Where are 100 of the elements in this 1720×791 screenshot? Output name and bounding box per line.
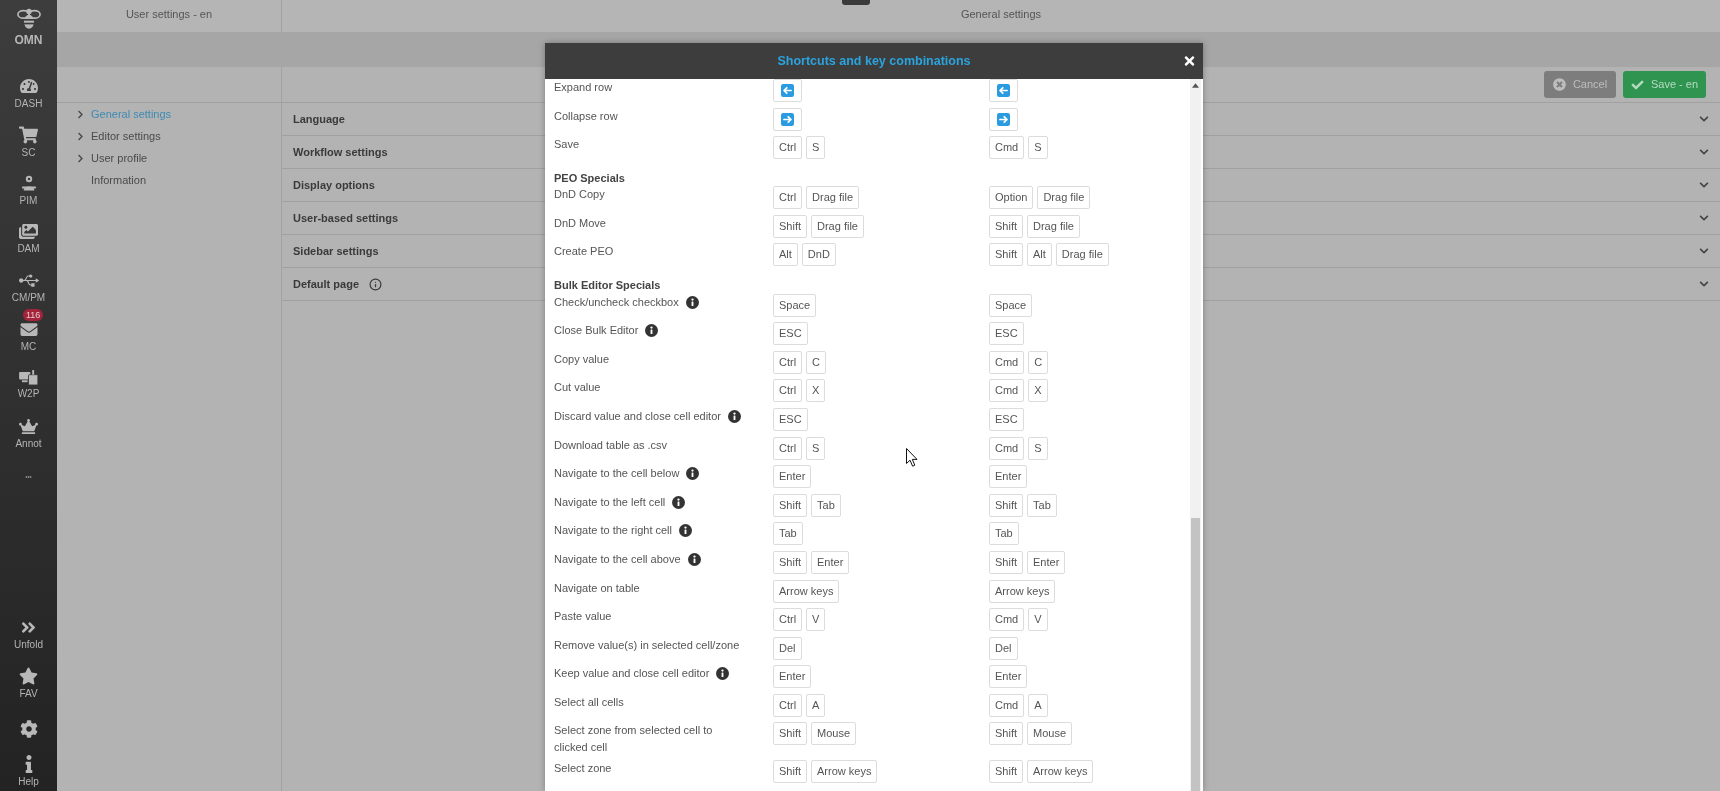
key-cap: Drag file	[811, 214, 864, 238]
key-cap: Cmd	[989, 436, 1025, 460]
info-icon[interactable]	[679, 524, 692, 538]
key-cap: Tab	[1027, 493, 1057, 517]
key-cap: Mouse	[811, 722, 857, 746]
close-button[interactable]	[1182, 54, 1196, 68]
key-cap: Shift	[989, 243, 1023, 267]
right-arrow-icon	[781, 112, 794, 126]
key-cap: Shift	[773, 722, 807, 746]
sidebar-item[interactable]: Annot	[0, 409, 57, 459]
info-icon[interactable]	[672, 495, 686, 509]
sidebar-item[interactable]: Unfold	[0, 611, 57, 659]
section-title[interactable]: Display options	[293, 176, 375, 194]
sidebar-item[interactable]: PIM	[0, 166, 57, 216]
key-cap: Del	[989, 636, 1018, 660]
key-cap: Drag file	[1027, 214, 1080, 238]
info-icon[interactable]	[687, 552, 701, 566]
section-title[interactable]: Default page	[293, 275, 359, 293]
key-cap: Ctrl	[773, 436, 803, 460]
info-icon[interactable]	[685, 295, 699, 309]
scrollbar-thumb[interactable]	[1191, 518, 1200, 791]
shortcut-label: Close Bulk Editor	[554, 323, 639, 339]
section-heading: PEO Specials	[554, 171, 625, 184]
chevron-down-icon[interactable]	[1699, 180, 1709, 190]
shortcut-label: Select all cells	[554, 694, 624, 710]
key-cap: Alt	[773, 243, 798, 267]
key-cap: Tab	[773, 522, 803, 546]
close-icon	[1182, 54, 1196, 68]
key-cap: Ctrl	[773, 350, 803, 374]
settings-nav-item[interactable]: Editor settings	[57, 125, 281, 147]
shortcut-label: Download table as .csv	[554, 437, 668, 453]
key-cap: Enter	[773, 665, 812, 689]
key-cap: Ctrl	[773, 379, 803, 403]
key-cap: Shift	[989, 722, 1023, 746]
settings-nav-item[interactable]: User profile	[57, 147, 281, 169]
key-cap: Del	[773, 636, 802, 660]
cart-icon	[19, 125, 38, 144]
sidebar-item[interactable]: DASH	[0, 69, 57, 118]
gauge-icon	[19, 76, 38, 95]
info-icon[interactable]	[369, 277, 382, 291]
shortcut-label: Keep value and close cell editor	[554, 666, 710, 682]
key-cap: Ctrl	[773, 608, 803, 632]
dialog-title: Shortcuts and key combinations	[777, 52, 971, 70]
shortcut-label: Navigate to the cell below	[554, 466, 680, 482]
sidebar-item[interactable]: FAV	[0, 659, 57, 707]
sidebar-item[interactable]: W2P	[0, 361, 57, 410]
shortcut-label: Copy value	[554, 351, 610, 367]
key-cap: Ctrl	[773, 136, 803, 160]
info-icon[interactable]	[727, 409, 741, 423]
key-cap: Shift	[773, 760, 807, 784]
section-title[interactable]: Workflow settings	[293, 143, 388, 161]
shortcut-label: Paste value	[554, 609, 612, 625]
info-icon[interactable]	[645, 324, 659, 338]
scroll-up-arrow-icon[interactable]	[1192, 83, 1199, 88]
info-icon[interactable]	[716, 667, 730, 681]
key-cap: Arrow keys	[989, 579, 1056, 603]
key-cap: Mouse	[1027, 722, 1073, 746]
key-cap: Shift	[989, 214, 1023, 238]
key-cap: DnD	[801, 243, 836, 267]
section-title[interactable]: Sidebar settings	[293, 242, 379, 260]
chevron-down-icon[interactable]	[1699, 279, 1709, 289]
info-icon[interactable]	[686, 467, 700, 481]
key-cap: Enter	[1027, 550, 1066, 574]
handle-tab-icon[interactable]	[842, 0, 870, 5]
bee-logo-icon	[16, 7, 41, 31]
key-cap: S	[806, 436, 826, 460]
panel-title: User settings - en	[125, 6, 213, 22]
crown-icon	[19, 418, 38, 436]
notification-badge: 116	[23, 309, 44, 322]
key-cap: Option	[989, 186, 1034, 210]
sidebar-item[interactable]: MC 116	[0, 312, 57, 362]
key-cap: Shift	[773, 214, 807, 238]
section-title[interactable]: Language	[293, 110, 345, 128]
images-icon	[19, 223, 38, 241]
scrollbar-track[interactable]	[1190, 79, 1201, 791]
settings-nav-item[interactable]: Information	[57, 169, 281, 191]
devices-icon	[19, 370, 38, 386]
key-cap: Enter	[989, 465, 1028, 489]
key-cap: Cmd	[989, 136, 1025, 160]
key-cap: Arrow keys	[1027, 760, 1094, 784]
key-cap: X	[806, 379, 826, 403]
key-cap: Cmd	[989, 350, 1025, 374]
key-cap: A	[1028, 693, 1048, 717]
key-cap: ESC	[773, 407, 808, 431]
key-cap: Enter	[773, 465, 812, 489]
key-cap: Drag file	[1055, 243, 1109, 267]
section-title[interactable]: User-based settings	[293, 209, 399, 227]
sidebar-item[interactable]: DAM	[0, 215, 57, 264]
chevron-down-icon[interactable]	[1699, 147, 1709, 157]
info-icon	[24, 754, 33, 773]
sidebar-item[interactable]: SC	[0, 117, 57, 167]
key-cap: Tab	[811, 493, 841, 517]
sidebar-item[interactable]: Help	[0, 751, 57, 791]
chevron-down-icon[interactable]	[1699, 213, 1709, 223]
key-cap: Shift	[773, 493, 807, 517]
envelope-icon	[19, 320, 38, 338]
shortcut-label: Select zone from selected cell to clicked cell	[554, 723, 714, 756]
key-cap: Shift	[989, 493, 1023, 517]
chevron-down-icon[interactable]	[1699, 246, 1709, 256]
chevron-down-icon[interactable]	[1699, 114, 1709, 124]
